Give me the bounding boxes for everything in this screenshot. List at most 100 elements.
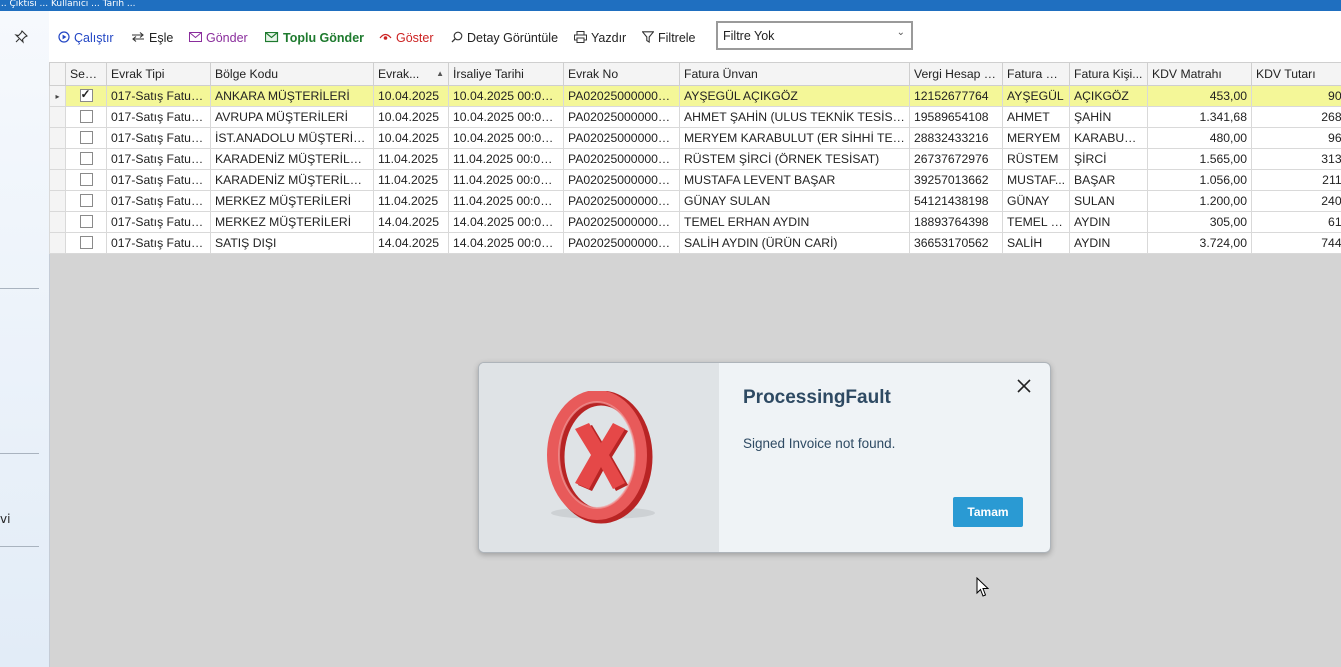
table-cell[interactable]: PA02025000000238 bbox=[563, 127, 680, 149]
row-checkbox[interactable] bbox=[79, 131, 93, 144]
table-cell[interactable]: 017-Satış Faturası bbox=[106, 85, 211, 107]
table-cell[interactable]: AHMET bbox=[1002, 106, 1070, 128]
table-cell[interactable]: ŞİRCİ bbox=[1069, 148, 1148, 170]
table-cell[interactable]: 36653170562 bbox=[909, 232, 1003, 254]
table-cell[interactable]: AYDIN bbox=[1069, 232, 1148, 254]
table-cell[interactable]: 017-Satış Faturası bbox=[106, 148, 211, 170]
table-cell[interactable]: KARADENİZ MÜŞTERİLERİ bbox=[210, 169, 374, 191]
column-header[interactable]: Vergi Hesap No bbox=[909, 62, 1003, 86]
table-row[interactable]: 017-Satış Faturası SATIŞ DIŞI 14.04.2025 14… bbox=[49, 232, 1341, 254]
table-cell[interactable]: 1.341,68 bbox=[1147, 106, 1252, 128]
table-row[interactable]: 017-Satış Faturası KARADENİZ MÜŞTERİLERİ 1… bbox=[49, 169, 1341, 191]
column-header[interactable]: Bölge Kodu bbox=[210, 62, 374, 86]
table-cell[interactable]: 96, bbox=[1251, 127, 1341, 149]
table-cell[interactable]: 19589654108 bbox=[909, 106, 1003, 128]
table-cell[interactable]: MUSTAF... bbox=[1002, 169, 1070, 191]
match-button[interactable]: Eşle bbox=[131, 29, 173, 47]
column-header[interactable]: Evrak No bbox=[563, 62, 680, 86]
table-cell[interactable]: 10.04.2025 00:00:00 bbox=[448, 106, 564, 128]
table-cell[interactable]: 28832433216 bbox=[909, 127, 1003, 149]
column-header[interactable]: Fatura Ki... bbox=[1002, 62, 1070, 86]
table-cell[interactable]: 10.04.2025 00:00:00 bbox=[448, 85, 564, 107]
column-header[interactable]: Evrak Tipi bbox=[106, 62, 211, 86]
table-row[interactable]: 017-Satış Faturası MERKEZ MÜŞTERİLERİ 14.0… bbox=[49, 211, 1341, 233]
table-cell[interactable]: RÜSTEM bbox=[1002, 148, 1070, 170]
table-cell[interactable]: PA02025000000241 bbox=[563, 190, 680, 212]
table-cell[interactable]: 61, bbox=[1251, 211, 1341, 233]
table-cell[interactable]: 11.04.2025 bbox=[373, 148, 449, 170]
table-cell[interactable]: AHMET ŞAHİN (ULUS TEKNİK TESİSAT) bbox=[679, 106, 910, 128]
table-cell[interactable]: 11.04.2025 00:00:00 bbox=[448, 148, 564, 170]
table-cell[interactable]: 54121438198 bbox=[909, 190, 1003, 212]
table-cell[interactable]: GÜNAY bbox=[1002, 190, 1070, 212]
detail-view-button[interactable]: Detay Görüntüle bbox=[451, 29, 558, 47]
table-cell[interactable]: 313, bbox=[1251, 148, 1341, 170]
table-cell[interactable]: 39257013662 bbox=[909, 169, 1003, 191]
table-row[interactable]: ▸017-Satış FaturasıANKARA MÜŞTERİLERİ10.… bbox=[49, 85, 1341, 107]
table-cell[interactable]: AÇIKGÖZ bbox=[1069, 85, 1148, 107]
row-checkbox[interactable] bbox=[79, 236, 93, 249]
table-cell[interactable]: SALİH AYDIN (ÜRÜN CARİ) bbox=[679, 232, 910, 254]
table-cell[interactable]: PA02025000000243 bbox=[563, 148, 680, 170]
table-cell[interactable]: ANKARA MÜŞTERİLERİ bbox=[210, 85, 374, 107]
table-cell[interactable]: BAŞAR bbox=[1069, 169, 1148, 191]
table-cell[interactable]: 268, bbox=[1251, 106, 1341, 128]
table-cell[interactable]: 305,00 bbox=[1147, 211, 1252, 233]
table-cell[interactable]: 017-Satış Faturası bbox=[106, 211, 211, 233]
column-header[interactable]: Fatura Ünvan bbox=[679, 62, 910, 86]
table-cell[interactable]: 1.200,00 bbox=[1147, 190, 1252, 212]
table-cell[interactable]: ŞAHİN bbox=[1069, 106, 1148, 128]
table-row[interactable]: 017-Satış Faturası KARADENİZ MÜŞTERİLERİ 1… bbox=[49, 148, 1341, 170]
table-cell[interactable]: 1.056,00 bbox=[1147, 169, 1252, 191]
column-header-sorted[interactable]: ▲ Evrak... bbox=[373, 62, 449, 86]
table-cell[interactable]: 211, bbox=[1251, 169, 1341, 191]
table-cell[interactable]: 017-Satış Faturası bbox=[106, 169, 211, 191]
row-checkbox[interactable] bbox=[79, 110, 93, 123]
column-header[interactable]: Fatura Kişi... bbox=[1069, 62, 1148, 86]
ok-button[interactable]: Tamam bbox=[953, 497, 1023, 527]
table-row[interactable]: 017-Satış Faturası İST.ANADOLU MÜŞTERİLER… bbox=[49, 127, 1341, 149]
table-cell[interactable]: MERYEM bbox=[1002, 127, 1070, 149]
table-cell[interactable]: 11.04.2025 bbox=[373, 190, 449, 212]
close-icon[interactable] bbox=[1014, 376, 1034, 396]
table-cell[interactable]: 11.04.2025 00:00:00 bbox=[448, 190, 564, 212]
column-header[interactable]: KDV Matrahı bbox=[1147, 62, 1252, 86]
row-checkbox[interactable] bbox=[79, 194, 93, 207]
table-cell[interactable]: 480,00 bbox=[1147, 127, 1252, 149]
row-checkbox[interactable] bbox=[79, 173, 93, 186]
table-cell[interactable]: 3.724,00 bbox=[1147, 232, 1252, 254]
row-checkbox[interactable] bbox=[79, 152, 93, 165]
table-cell[interactable]: SULAN bbox=[1069, 190, 1148, 212]
table-cell[interactable]: 240, bbox=[1251, 190, 1341, 212]
table-cell[interactable]: AVRUPA MÜŞTERİLERİ bbox=[210, 106, 374, 128]
table-cell[interactable]: 017-Satış Faturası bbox=[106, 106, 211, 128]
send-button[interactable]: Gönder bbox=[189, 29, 248, 47]
table-cell[interactable]: AYŞEGÜL bbox=[1002, 85, 1070, 107]
table-cell[interactable]: 10.04.2025 00:00:00 bbox=[448, 127, 564, 149]
table-cell[interactable]: 90, bbox=[1251, 85, 1341, 107]
filter-select[interactable]: Filtre Yok ⌄ bbox=[716, 21, 913, 50]
table-cell[interactable]: 017-Satış Faturası bbox=[106, 232, 211, 254]
table-cell[interactable]: 14.04.2025 bbox=[373, 211, 449, 233]
table-cell[interactable]: GÜNAY SULAN bbox=[679, 190, 910, 212]
table-cell[interactable]: PA02025000000245 bbox=[563, 211, 680, 233]
bulk-send-button[interactable]: Toplu Gönder bbox=[264, 29, 364, 47]
table-row[interactable]: 017-Satış Faturası MERKEZ MÜŞTERİLERİ 11.0… bbox=[49, 190, 1341, 212]
table-cell[interactable]: MERYEM KARABULUT (ER SİHHİ TESİSAT) bbox=[679, 127, 910, 149]
table-row[interactable]: 017-Satış Faturası AVRUPA MÜŞTERİLERİ 10.0… bbox=[49, 106, 1341, 128]
table-cell[interactable]: 14.04.2025 00:00:00 bbox=[448, 232, 564, 254]
table-cell[interactable]: 1.565,00 bbox=[1147, 148, 1252, 170]
table-cell[interactable]: AYDIN bbox=[1069, 211, 1148, 233]
table-cell[interactable]: 453,00 bbox=[1147, 85, 1252, 107]
column-header[interactable]: KDV Tutarı bbox=[1251, 62, 1341, 86]
table-cell[interactable]: 14.04.2025 bbox=[373, 232, 449, 254]
filter-button[interactable]: Filtrele bbox=[641, 29, 696, 47]
table-cell[interactable]: 26737672976 bbox=[909, 148, 1003, 170]
table-cell[interactable]: KARABULUT bbox=[1069, 127, 1148, 149]
table-cell[interactable]: 11.04.2025 bbox=[373, 169, 449, 191]
table-cell[interactable]: 14.04.2025 00:00:00 bbox=[448, 211, 564, 233]
row-checkbox[interactable] bbox=[79, 87, 93, 102]
table-cell[interactable]: PA02025000000239 bbox=[563, 106, 680, 128]
table-cell[interactable]: MERKEZ MÜŞTERİLERİ bbox=[210, 190, 374, 212]
run-button[interactable]: Çalıştır bbox=[58, 29, 114, 47]
